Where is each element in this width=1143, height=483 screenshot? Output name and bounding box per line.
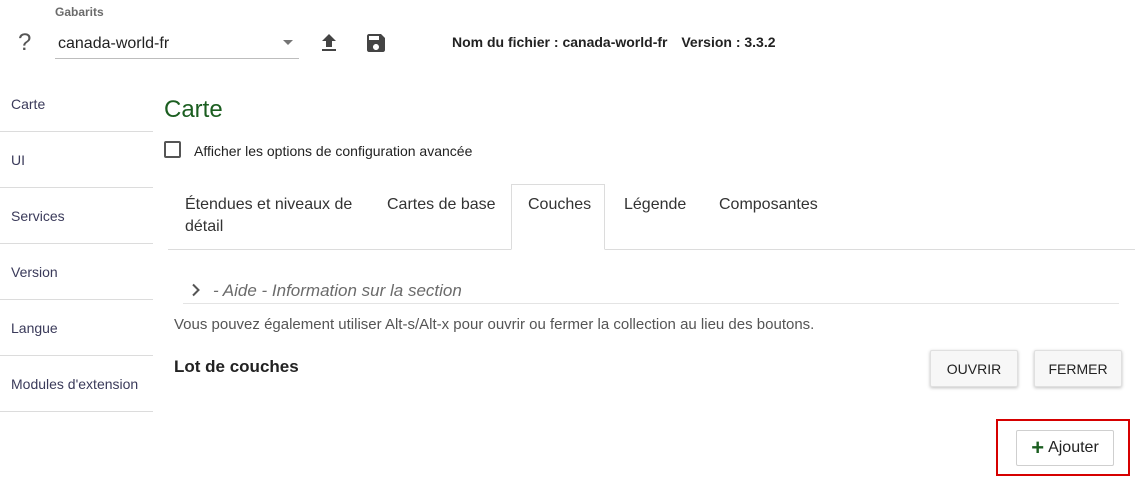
help-expander[interactable]: - Aide - Information sur la section xyxy=(183,278,1119,304)
tab-legende[interactable]: Légende xyxy=(624,194,686,216)
advanced-options-checkbox[interactable] xyxy=(164,141,181,158)
help-icon[interactable]: ? xyxy=(18,31,31,55)
open-button[interactable]: OUVRIR xyxy=(930,350,1018,387)
tab-couches[interactable]: Couches xyxy=(528,194,591,216)
tab-etendues-line1: Étendues et niveaux de xyxy=(185,196,353,213)
sidebar-item-ui[interactable]: UI xyxy=(0,132,153,188)
tab-cartes-de-base[interactable]: Cartes de base xyxy=(387,194,496,216)
template-select-value: canada-world-fr xyxy=(58,35,170,52)
template-label: Gabarits xyxy=(55,5,104,19)
tip-text: Vous pouvez également utiliser Alt-s/Alt… xyxy=(174,316,815,333)
file-info: Nom du fichier : canada-world-fr Version… xyxy=(452,34,776,50)
chevron-right-icon xyxy=(192,283,200,297)
template-select[interactable]: canada-world-fr xyxy=(55,26,299,59)
close-button[interactable]: FERMER xyxy=(1034,350,1122,387)
save-icon[interactable] xyxy=(364,31,388,55)
sidebar-item-carte[interactable]: Carte xyxy=(0,76,153,132)
version-text: Version : 3.3.2 xyxy=(681,34,776,50)
plus-icon: + xyxy=(1031,435,1045,460)
page-title: Carte xyxy=(164,96,223,123)
chevron-down-icon xyxy=(283,40,293,45)
add-button-label: Ajouter xyxy=(1048,439,1099,456)
advanced-options-label[interactable]: Afficher les options de configuration av… xyxy=(194,143,472,159)
upload-icon[interactable] xyxy=(317,31,341,55)
sidebar-item-langue[interactable]: Langue xyxy=(0,300,153,356)
help-section-title: - Aide - Information sur la section xyxy=(213,281,462,300)
sidebar-item-version[interactable]: Version xyxy=(0,244,153,300)
tab-composantes[interactable]: Composantes xyxy=(719,194,818,216)
tab-etendues[interactable]: Étendues et niveaux de détail xyxy=(185,194,352,238)
file-name-text: Nom du fichier : canada-world-fr xyxy=(452,34,668,50)
add-button[interactable]: + Ajouter xyxy=(1016,430,1114,466)
tabs-divider xyxy=(168,249,1135,250)
tab-etendues-line2: détail xyxy=(185,218,224,235)
sidebar-item-services[interactable]: Services xyxy=(0,188,153,244)
sidebar-item-modules[interactable]: Modules d'extension xyxy=(0,356,153,412)
section-title: Lot de couches xyxy=(174,357,299,376)
sidebar: Carte UI Services Version Langue Modules… xyxy=(0,76,153,412)
